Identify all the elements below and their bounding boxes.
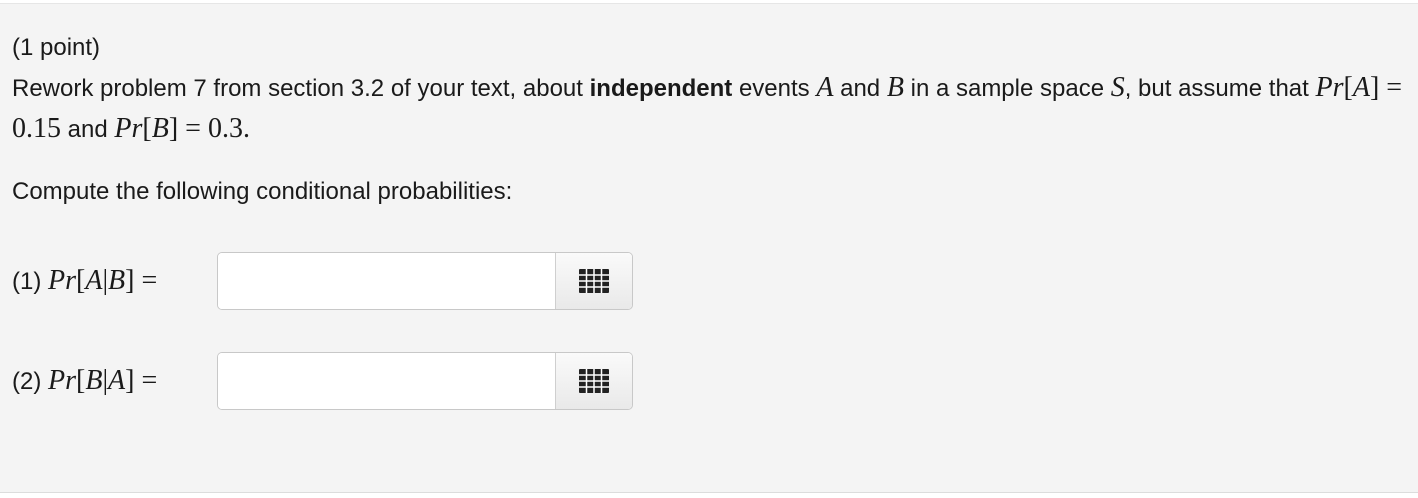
answer-input[interactable] [218,253,555,309]
math-var: S [1110,72,1125,103]
statement-text: events [732,75,817,102]
answer-label: (2) Pr[B|A] = [12,365,158,396]
equation-editor-button[interactable] [555,253,632,309]
math-var: B [886,72,904,103]
problem-text-block: (1 point) Rework problem 7 from section … [12,28,1408,150]
equation-editor-button[interactable] [555,353,632,409]
equation-palette-icon [579,369,609,393]
answer-field [217,252,633,310]
math-expression: Pr[B|A] = [48,365,158,396]
math-expression: Pr[A|B] = [48,265,158,296]
problem-panel: (1 point) Rework problem 7 from section … [0,3,1418,493]
statement-text: , but assume that [1124,75,1316,102]
prompt-text: Compute the following conditional probab… [12,178,513,205]
statement-text: Rework problem 7 from section 3.2 of you… [12,75,590,102]
answer-row: (2) Pr[B|A] = [12,352,652,412]
math-var: A [816,72,834,103]
equation-palette-icon [579,269,609,293]
statement-text: and [61,116,115,143]
statement-text: and [833,75,887,102]
points-label: (1 point) [12,34,101,61]
math-expression: Pr[B] = 0.3. [114,113,250,144]
statement-bold-term: independent [589,75,733,102]
answer-field [217,352,633,410]
problem-statement: Rework problem 7 from section 3.2 of you… [12,68,1408,150]
answer-label: (1) Pr[A|B] = [12,265,158,296]
answer-row: (1) Pr[A|B] = [12,252,652,312]
statement-text: in a sample space [903,75,1111,102]
answer-input[interactable] [218,353,555,409]
